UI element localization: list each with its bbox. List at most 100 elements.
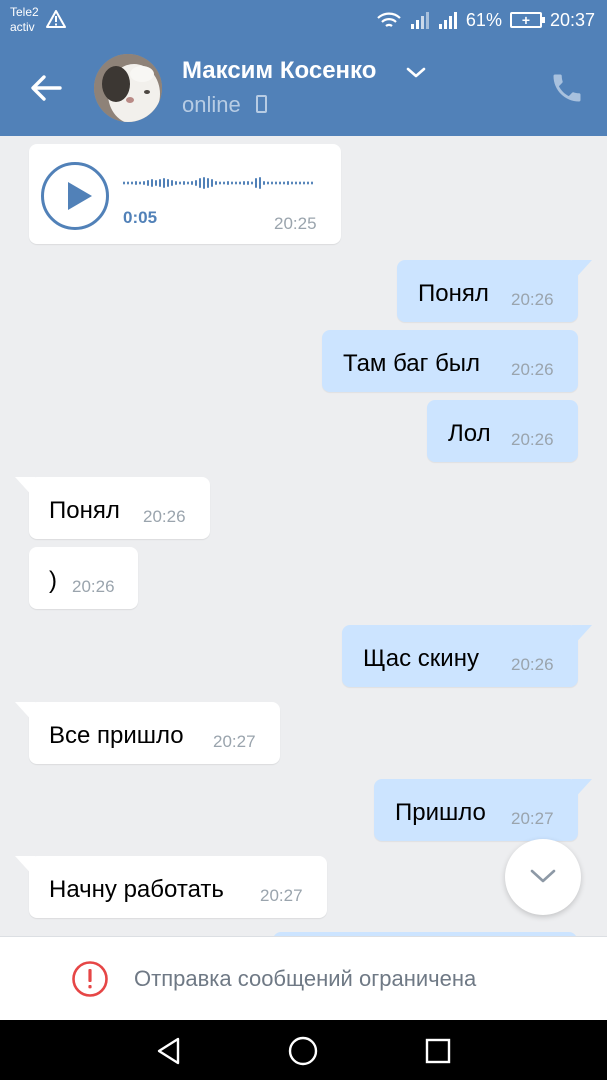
waveform-bar xyxy=(179,181,181,185)
waveform-bar xyxy=(143,181,145,185)
waveform-bar xyxy=(239,181,241,185)
waveform-bar xyxy=(135,181,137,185)
voice-message[interactable]: 0:05 20:25 xyxy=(29,144,341,244)
signal-icon xyxy=(410,12,429,29)
bubble-tail xyxy=(15,856,35,878)
message-text: Щас скину xyxy=(363,645,479,672)
chevron-down-icon[interactable] xyxy=(405,66,427,80)
waveform-bar xyxy=(199,178,201,188)
waveform-bar xyxy=(155,180,157,186)
message-time: 20:27 xyxy=(213,732,256,751)
waveform-bar xyxy=(131,181,133,185)
waveform-bar xyxy=(203,177,205,189)
message-list[interactable]: 0:05 20:25 Понял 20:26 Там баг был 20:26… xyxy=(0,136,607,936)
message-time: 20:26 xyxy=(511,360,554,379)
message-time: 20:27 xyxy=(511,809,554,828)
waveform-bar xyxy=(147,180,149,186)
message-incoming[interactable]: Все пришло 20:27 xyxy=(15,702,280,764)
waveform-bar xyxy=(275,181,277,185)
waveform-bar xyxy=(187,181,189,185)
waveform-bar xyxy=(123,181,125,185)
restriction-bar: Отправка сообщений ограничена xyxy=(0,936,607,1020)
waveform-bar xyxy=(311,181,313,185)
message-text: Все пришло xyxy=(49,722,184,749)
message-outgoing[interactable]: Там баг был 20:26 xyxy=(322,330,578,392)
message-time: 20:26 xyxy=(511,430,554,449)
phone-icon[interactable] xyxy=(549,70,585,106)
waveform-bar xyxy=(159,179,161,187)
arrow-left-icon[interactable] xyxy=(26,68,66,108)
scroll-down-button[interactable] xyxy=(505,839,581,915)
back-triangle-icon[interactable] xyxy=(152,1034,186,1068)
message-incoming[interactable]: ) 20:26 xyxy=(29,547,138,609)
contact-name[interactable]: Максим Косенко xyxy=(182,57,376,85)
waveform[interactable] xyxy=(123,172,317,194)
message-text: Начну работать xyxy=(49,876,224,903)
voice-duration: 0:05 xyxy=(123,208,158,227)
play-icon[interactable] xyxy=(41,162,109,230)
battery-percent: 61% xyxy=(465,9,502,30)
message-time: 20:26 xyxy=(143,507,186,526)
bubble-tail xyxy=(15,477,35,499)
message-text: Там баг был xyxy=(343,350,481,377)
waveform-bar xyxy=(267,181,269,185)
restriction-message: Отправка сообщений ограничена xyxy=(134,966,477,991)
waveform-bar xyxy=(171,180,173,186)
message-time: 20:26 xyxy=(72,577,115,596)
message-incoming[interactable]: Начну работать 20:27 xyxy=(15,856,327,918)
warning-icon xyxy=(46,10,66,28)
message-time: 20:25 xyxy=(274,214,317,233)
message-outgoing[interactable]: Понял 20:26 xyxy=(397,260,592,322)
signal-icon xyxy=(438,12,457,29)
waveform-bar xyxy=(191,181,193,185)
waveform-bar xyxy=(243,181,245,185)
battery-icon: + xyxy=(509,12,545,28)
waveform-bar xyxy=(247,181,249,185)
bubble-tail xyxy=(572,260,592,282)
avatar[interactable] xyxy=(94,54,162,122)
waveform-bar xyxy=(263,181,265,185)
message-incoming[interactable]: Понял 20:26 xyxy=(15,477,210,539)
waveform-bar xyxy=(283,181,285,185)
clock: 20:37 xyxy=(549,9,595,30)
message-time: 20:27 xyxy=(260,886,303,905)
waveform-bar xyxy=(251,181,253,185)
waveform-bar xyxy=(167,179,169,187)
home-circle-icon[interactable] xyxy=(286,1034,320,1068)
waveform-bar xyxy=(307,181,309,185)
bubble-tail xyxy=(572,779,592,801)
waveform-bar xyxy=(259,177,261,189)
message-outgoing[interactable]: Щас скину 20:26 xyxy=(342,625,592,687)
waveform-bar xyxy=(279,181,281,185)
waveform-bar xyxy=(271,181,273,185)
waveform-bar xyxy=(219,181,221,185)
waveform-bar xyxy=(163,178,165,188)
waveform-bar xyxy=(207,178,209,188)
alert-circle-icon xyxy=(72,961,108,997)
carrier-name: Tele2 xyxy=(10,5,39,19)
waveform-bar xyxy=(231,181,233,185)
system-nav-bar xyxy=(0,1020,607,1080)
waveform-bar xyxy=(295,181,297,185)
mobile-device-icon xyxy=(256,95,267,113)
message-text: Пришло xyxy=(395,799,486,826)
waveform-bar xyxy=(195,180,197,186)
waveform-bar xyxy=(227,181,229,185)
message-outgoing[interactable]: Пришло 20:27 xyxy=(374,779,592,841)
recents-square-icon[interactable] xyxy=(421,1034,455,1068)
waveform-bar xyxy=(287,181,289,185)
waveform-bar xyxy=(255,178,257,188)
online-status: online xyxy=(182,92,241,117)
waveform-bar xyxy=(215,181,217,185)
wifi-icon xyxy=(377,12,401,27)
message-text: Лол xyxy=(448,420,491,447)
chevron-down-icon xyxy=(530,869,556,883)
chat-header: Максим Косенко online xyxy=(0,40,607,136)
waveform-bar xyxy=(291,181,293,185)
bubble-tail xyxy=(572,625,592,647)
message-outgoing[interactable]: Лол 20:26 xyxy=(427,400,578,462)
message-text: Понял xyxy=(49,497,120,524)
carrier-status: activ xyxy=(10,20,35,34)
waveform-bar xyxy=(211,179,213,187)
message-time: 20:26 xyxy=(511,655,554,674)
